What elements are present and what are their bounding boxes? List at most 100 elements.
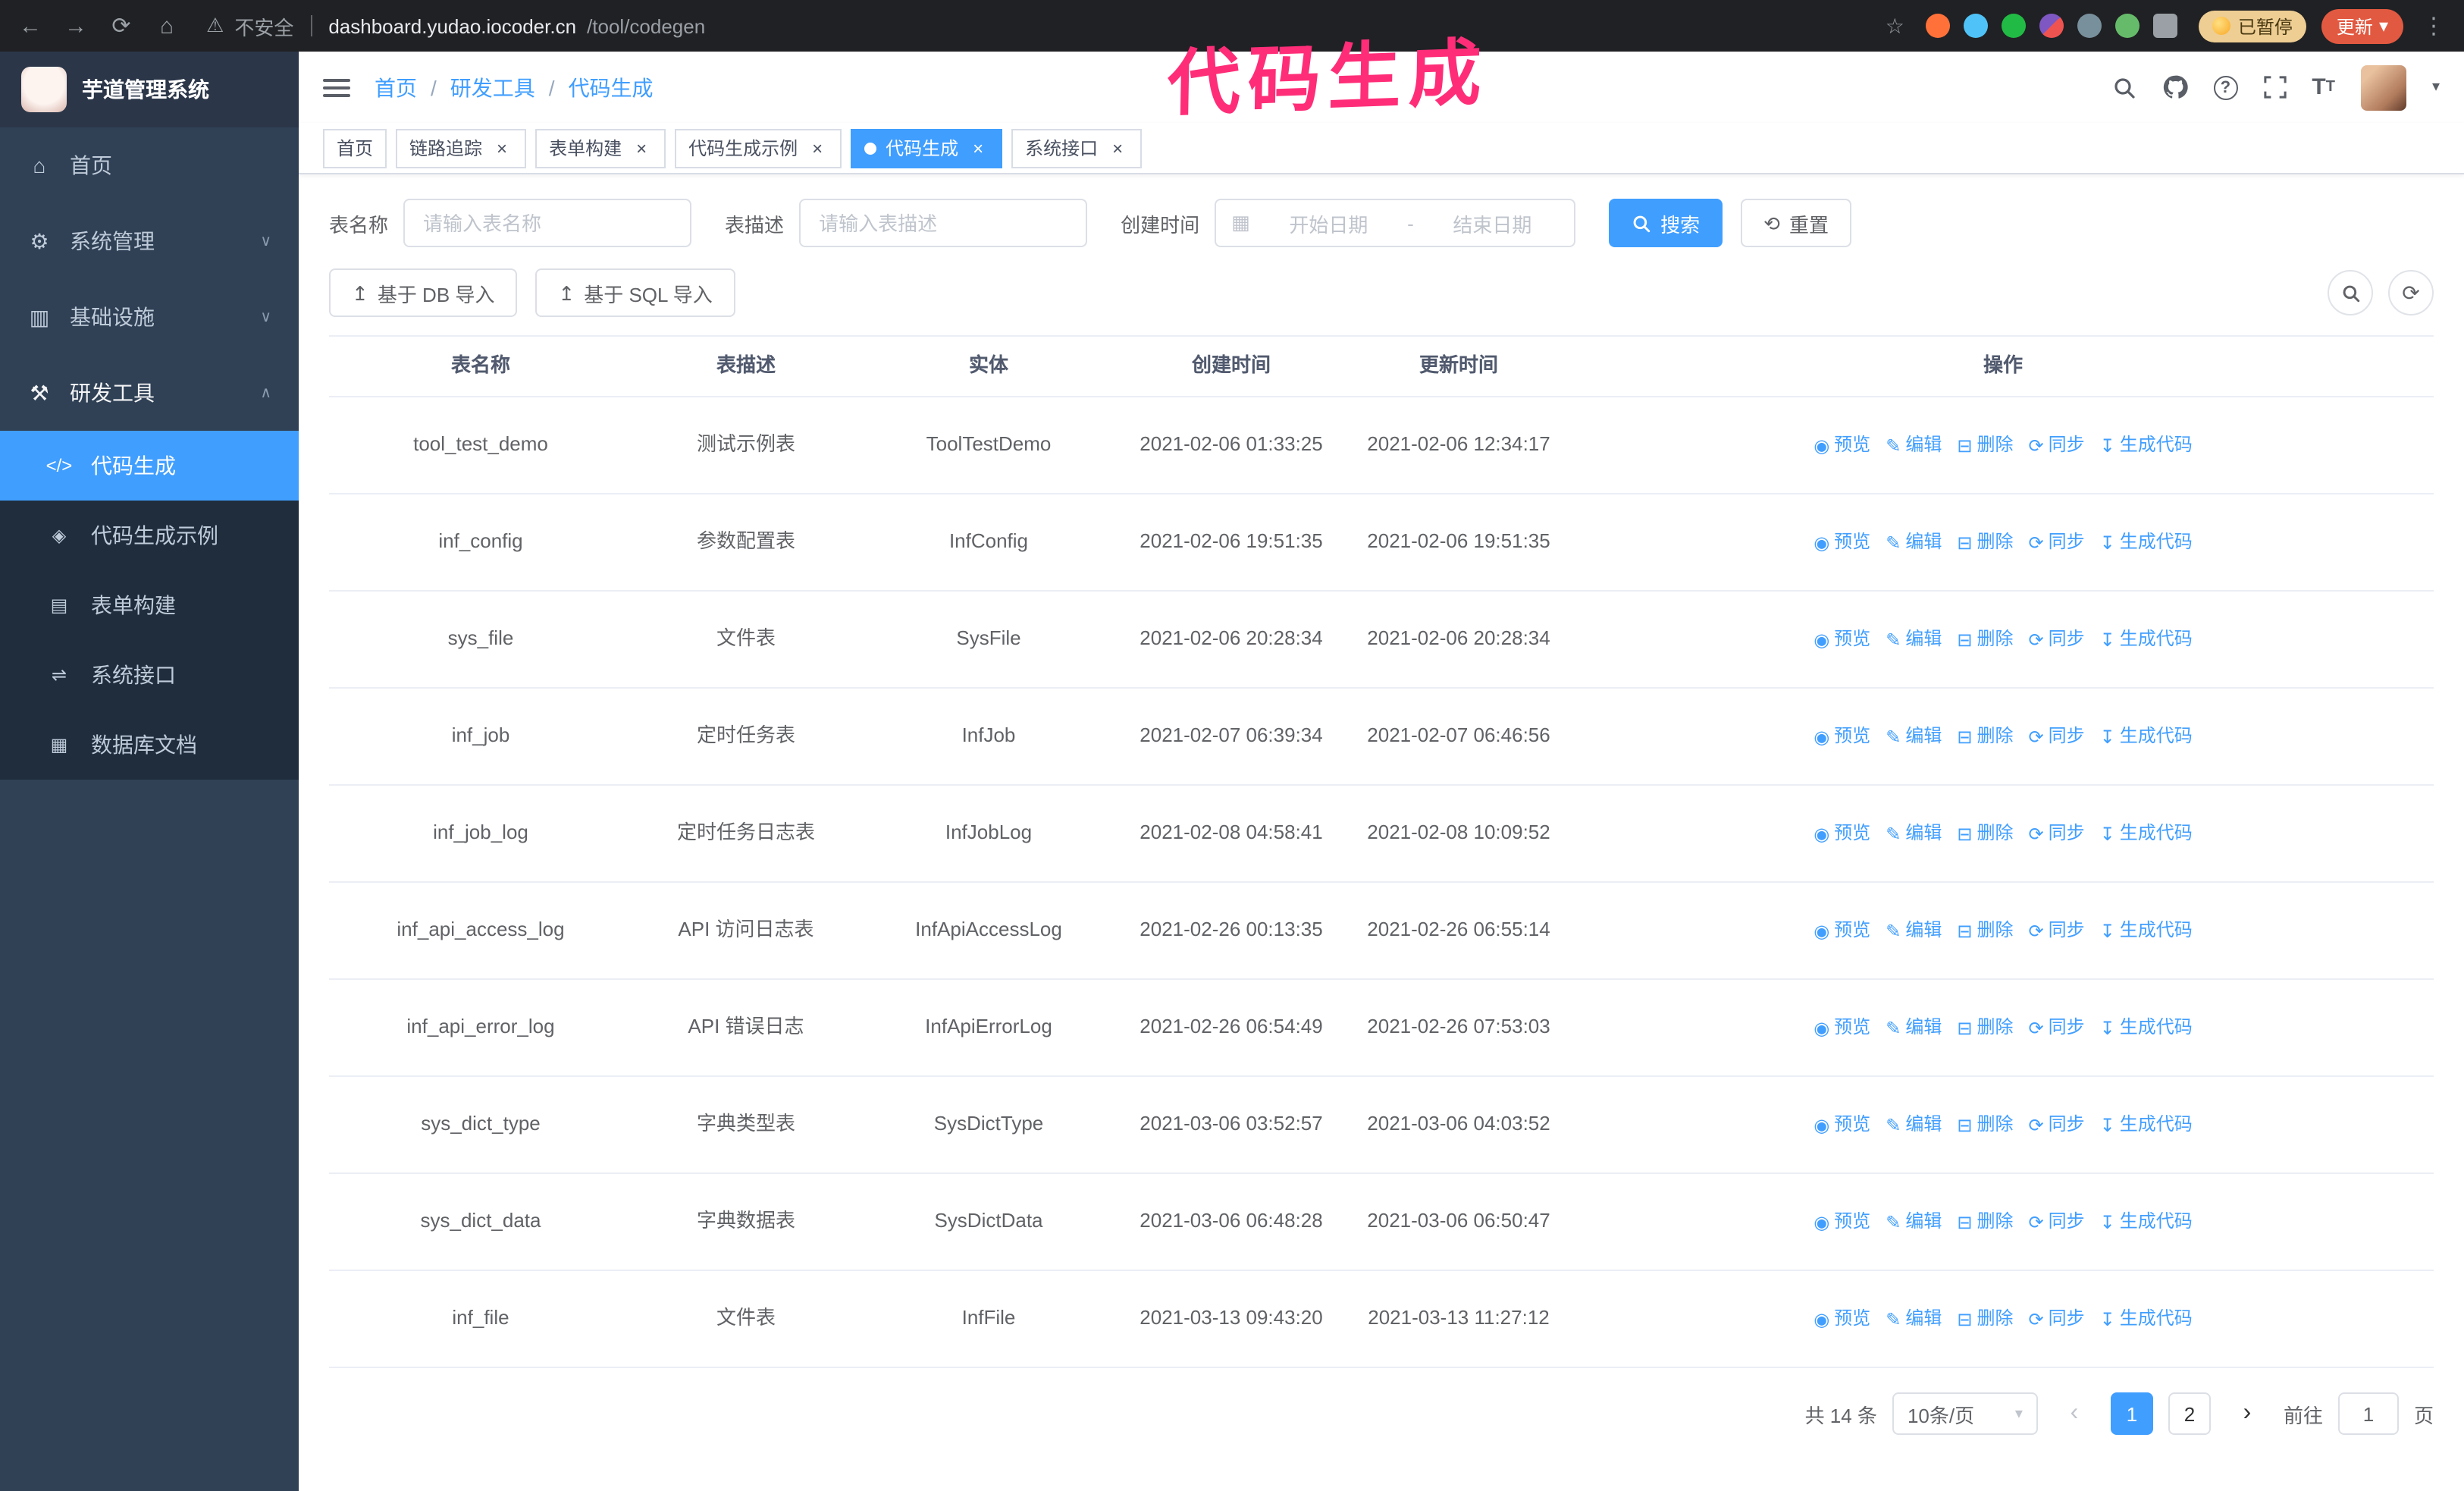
action-sync-link[interactable]: ⟳ 同步	[2029, 625, 2085, 654]
action-download-link[interactable]: ↧ 生成代码	[2100, 528, 2193, 557]
sidebar-item-codegen-demo[interactable]: ◈ 代码生成示例	[0, 501, 299, 570]
close-icon[interactable]: ×	[631, 137, 652, 159]
sidebar-item-devtools[interactable]: ⚒ 研发工具 ∧	[0, 355, 299, 431]
refresh-button[interactable]: ⟳	[2388, 270, 2434, 315]
action-download-link[interactable]: ↧ 生成代码	[2100, 1207, 2193, 1236]
action-eye-link[interactable]: ◉ 预览	[1814, 528, 1870, 557]
action-download-link[interactable]: ↧ 生成代码	[2100, 722, 2193, 751]
action-trash-link[interactable]: ⊟ 删除	[1957, 819, 2013, 848]
sidebar-item-system-api[interactable]: ⇌ 系统接口	[0, 640, 299, 710]
action-sync-link[interactable]: ⟳ 同步	[2029, 1110, 2085, 1139]
extension-icon-3[interactable]	[2001, 14, 2026, 38]
reload-icon[interactable]: ⟳	[106, 12, 136, 39]
github-icon[interactable]	[2161, 74, 2188, 100]
action-trash-link[interactable]: ⊟ 删除	[1957, 528, 2013, 557]
action-edit-link[interactable]: ✎ 编辑	[1886, 528, 1942, 557]
action-eye-link[interactable]: ◉ 预览	[1814, 916, 1870, 945]
action-eye-link[interactable]: ◉ 预览	[1814, 1110, 1870, 1139]
action-sync-link[interactable]: ⟳ 同步	[2029, 1013, 2085, 1042]
back-icon[interactable]: ←	[15, 13, 45, 39]
breadcrumb-codegen[interactable]: 代码生成	[569, 72, 654, 102]
sidebar-item-db-doc[interactable]: ▦ 数据库文档	[0, 710, 299, 780]
action-trash-link[interactable]: ⊟ 删除	[1957, 1304, 2013, 1333]
extension-icon-6[interactable]	[2114, 14, 2140, 38]
search-icon[interactable]	[2111, 75, 2136, 99]
action-sync-link[interactable]: ⟳ 同步	[2029, 916, 2085, 945]
action-trash-link[interactable]: ⊟ 删除	[1957, 1110, 2013, 1139]
action-trash-link[interactable]: ⊟ 删除	[1957, 722, 2013, 751]
sidebar-item-form-builder[interactable]: ▤ 表单构建	[0, 570, 299, 640]
bookmark-star-icon[interactable]: ☆	[1886, 13, 1904, 39]
action-sync-link[interactable]: ⟳ 同步	[2029, 819, 2085, 848]
sidebar-item-system[interactable]: ⚙ 系统管理 ∨	[0, 203, 299, 279]
sidebar-toggle-icon[interactable]	[323, 78, 350, 96]
tab-system-api[interactable]: 系统接口 ×	[1011, 128, 1143, 168]
sidebar-item-infrastructure[interactable]: ▥ 基础设施 ∨	[0, 279, 299, 355]
action-sync-link[interactable]: ⟳ 同步	[2029, 528, 2085, 557]
action-trash-link[interactable]: ⊟ 删除	[1957, 916, 2013, 945]
kebab-menu-icon[interactable]: ⋮	[2419, 12, 2449, 39]
action-edit-link[interactable]: ✎ 编辑	[1886, 1110, 1942, 1139]
reset-button[interactable]: ⟲ 重置	[1741, 199, 1851, 247]
action-eye-link[interactable]: ◉ 预览	[1814, 722, 1870, 751]
goto-page-input[interactable]	[2337, 1392, 2399, 1435]
extension-icon-5[interactable]	[2077, 14, 2102, 38]
action-edit-link[interactable]: ✎ 编辑	[1886, 1013, 1942, 1042]
tab-codegen-demo[interactable]: 代码生成示例 ×	[675, 128, 842, 168]
action-trash-link[interactable]: ⊟ 删除	[1957, 1013, 2013, 1042]
action-sync-link[interactable]: ⟳ 同步	[2029, 722, 2085, 751]
address-bar[interactable]: ⚠ 不安全 dashboard.yudao.iocoder.cn/tool/co…	[197, 11, 1904, 40]
action-download-link[interactable]: ↧ 生成代码	[2100, 1110, 2193, 1139]
help-icon[interactable]: ?	[2213, 75, 2238, 99]
action-download-link[interactable]: ↧ 生成代码	[2100, 819, 2193, 848]
search-button[interactable]: 搜索	[1609, 199, 1723, 247]
action-eye-link[interactable]: ◉ 预览	[1814, 1304, 1870, 1333]
action-download-link[interactable]: ↧ 生成代码	[2100, 916, 2193, 945]
page-button-2[interactable]: 2	[2168, 1392, 2211, 1435]
security-label[interactable]: 不安全	[234, 11, 293, 40]
action-trash-link[interactable]: ⊟ 删除	[1957, 1207, 2013, 1236]
action-eye-link[interactable]: ◉ 预览	[1814, 1207, 1870, 1236]
prev-page-button[interactable]: ‹	[2052, 1392, 2096, 1435]
close-icon[interactable]: ×	[491, 137, 513, 159]
tab-tracing[interactable]: 链路追踪 ×	[396, 128, 527, 168]
action-eye-link[interactable]: ◉ 预览	[1814, 431, 1870, 460]
forward-icon[interactable]: →	[61, 13, 91, 39]
chrome-update-button[interactable]: 更新 ▾	[2321, 8, 2403, 43]
action-edit-link[interactable]: ✎ 编辑	[1886, 1304, 1942, 1333]
avatar-caret-icon[interactable]: ▾	[2432, 79, 2440, 96]
tab-form-builder[interactable]: 表单构建 ×	[535, 128, 666, 168]
toggle-search-button[interactable]	[2328, 270, 2373, 315]
action-sync-link[interactable]: ⟳ 同步	[2029, 1304, 2085, 1333]
action-edit-link[interactable]: ✎ 编辑	[1886, 625, 1942, 654]
action-eye-link[interactable]: ◉ 预览	[1814, 1013, 1870, 1042]
next-page-button[interactable]: ›	[2225, 1392, 2268, 1435]
logo[interactable]: 芋道管理系统	[0, 52, 299, 127]
breadcrumb-devtools[interactable]: 研发工具	[450, 72, 535, 102]
close-icon[interactable]: ×	[967, 137, 989, 159]
paused-extension-badge[interactable]: 已暂停	[2198, 10, 2306, 42]
action-sync-link[interactable]: ⟳ 同步	[2029, 1207, 2085, 1236]
action-eye-link[interactable]: ◉ 预览	[1814, 625, 1870, 654]
page-button-1[interactable]: 1	[2110, 1392, 2153, 1435]
action-edit-link[interactable]: ✎ 编辑	[1886, 1207, 1942, 1236]
action-trash-link[interactable]: ⊟ 删除	[1957, 625, 2013, 654]
extensions-puzzle-icon[interactable]	[2152, 14, 2177, 38]
action-edit-link[interactable]: ✎ 编辑	[1886, 722, 1942, 751]
action-trash-link[interactable]: ⊟ 删除	[1957, 431, 2013, 460]
action-download-link[interactable]: ↧ 生成代码	[2100, 1013, 2193, 1042]
action-edit-link[interactable]: ✎ 编辑	[1886, 819, 1942, 848]
avatar[interactable]	[2360, 64, 2406, 110]
action-edit-link[interactable]: ✎ 编辑	[1886, 431, 1942, 460]
extension-icon-4[interactable]	[2039, 14, 2064, 38]
font-size-icon[interactable]: TT	[2312, 74, 2335, 100]
table-desc-input[interactable]	[799, 199, 1088, 247]
sidebar-item-home[interactable]: ⌂ 首页	[0, 127, 299, 203]
extension-icon-1[interactable]	[1925, 14, 1950, 38]
action-download-link[interactable]: ↧ 生成代码	[2100, 625, 2193, 654]
action-download-link[interactable]: ↧ 生成代码	[2100, 431, 2193, 460]
sidebar-item-codegen[interactable]: </> 代码生成	[0, 431, 299, 501]
tab-home[interactable]: 首页	[323, 128, 387, 168]
close-icon[interactable]: ×	[1107, 137, 1128, 159]
extension-icon-2[interactable]	[1963, 14, 1988, 38]
